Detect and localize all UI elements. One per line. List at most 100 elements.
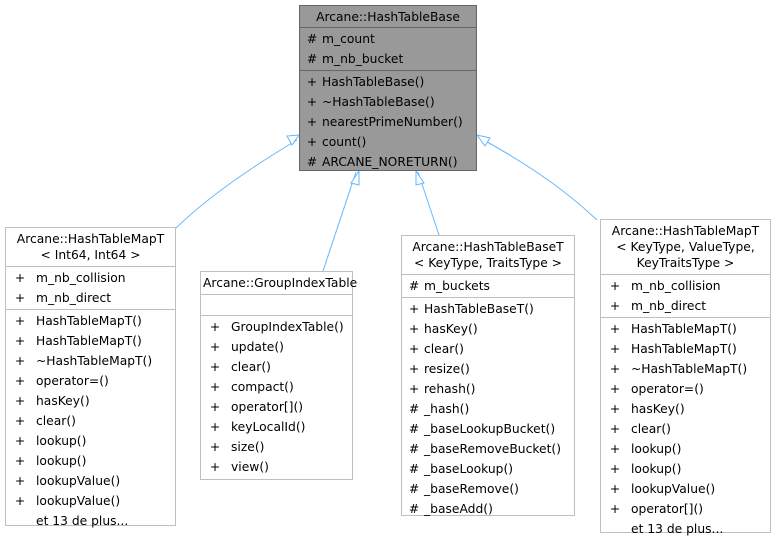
method-row[interactable]: + hasKey() bbox=[6, 391, 175, 411]
method-row[interactable]: + HashTableMapT() bbox=[601, 339, 770, 359]
method-row[interactable]: + operator[]() bbox=[201, 397, 352, 417]
fields-section: + m_nb_collision + m_nb_direct bbox=[6, 267, 175, 310]
method-row[interactable]: + ~HashTableMapT() bbox=[6, 351, 175, 371]
class-title-line: Arcane::HashTableBaseT bbox=[412, 240, 564, 254]
method-row[interactable]: + lookup() bbox=[601, 459, 770, 479]
member-name: count() bbox=[322, 135, 367, 149]
visibility-marker: # bbox=[408, 462, 420, 476]
method-row[interactable]: + view() bbox=[201, 457, 352, 477]
method-row[interactable]: + clear() bbox=[6, 411, 175, 431]
method-row[interactable]: + update() bbox=[201, 337, 352, 357]
method-row[interactable]: + lookupValue() bbox=[6, 491, 175, 511]
visibility-marker: # bbox=[306, 52, 318, 66]
visibility-marker: + bbox=[609, 362, 621, 376]
member-name: compact() bbox=[231, 380, 294, 394]
class-box-hashtablebaset[interactable]: Arcane::HashTableBaseT < KeyType, Traits… bbox=[401, 235, 575, 516]
method-row[interactable]: + operator=() bbox=[601, 379, 770, 399]
field-row[interactable]: # m_buckets bbox=[402, 276, 574, 296]
method-row[interactable]: + ~HashTableMapT() bbox=[601, 359, 770, 379]
class-title-line: Arcane::HashTableBase bbox=[316, 10, 460, 24]
member-name: nearestPrimeNumber() bbox=[322, 115, 463, 129]
method-row[interactable]: # _baseLookupBucket() bbox=[402, 419, 574, 439]
method-row[interactable]: + lookupValue() bbox=[6, 471, 175, 491]
method-row[interactable]: + lookupValue() bbox=[601, 479, 770, 499]
visibility-marker: + bbox=[14, 291, 26, 305]
member-name: _baseAdd() bbox=[424, 502, 493, 516]
more-members-link[interactable]: et 13 de plus... bbox=[601, 519, 770, 539]
class-box-hashtablebase[interactable]: Arcane::HashTableBase # m_count # m_nb_buc… bbox=[299, 5, 477, 171]
method-row[interactable]: # ARCANE_NORETURN() bbox=[300, 152, 476, 172]
member-name: operator[]() bbox=[231, 400, 304, 414]
class-title-line: < Int64, Int64 > bbox=[40, 248, 141, 262]
method-row[interactable]: + hasKey() bbox=[402, 319, 574, 339]
method-row[interactable]: + count() bbox=[300, 132, 476, 152]
method-row[interactable]: + lookup() bbox=[6, 431, 175, 451]
method-row[interactable]: + HashTableMapT() bbox=[6, 331, 175, 351]
visibility-marker: + bbox=[209, 400, 221, 414]
class-box-hashtablemapt-int64[interactable]: Arcane::HashTableMapT < Int64, Int64 > +… bbox=[5, 227, 176, 528]
method-row[interactable]: + clear() bbox=[201, 357, 352, 377]
method-row[interactable]: + compact() bbox=[201, 377, 352, 397]
method-row[interactable]: + HashTableMapT() bbox=[601, 319, 770, 339]
method-row[interactable]: + HashTableBaseT() bbox=[402, 299, 574, 319]
more-members-link[interactable]: et 13 de plus... bbox=[6, 511, 175, 531]
member-name: lookupValue() bbox=[36, 474, 121, 488]
field-row[interactable]: # m_nb_bucket bbox=[300, 49, 476, 69]
method-row[interactable]: # _baseAdd() bbox=[402, 499, 574, 519]
method-row[interactable]: + operator[]() bbox=[601, 499, 770, 519]
methods-section: + GroupIndexTable() + update() + clear() + c… bbox=[201, 316, 352, 478]
class-box-hashtablemapt-generic[interactable]: Arcane::HashTableMapT < KeyType, ValueTy… bbox=[600, 219, 771, 536]
member-name: clear() bbox=[631, 422, 671, 436]
method-row[interactable]: + hasKey() bbox=[601, 399, 770, 419]
method-row[interactable]: + nearestPrimeNumber() bbox=[300, 112, 476, 132]
method-row[interactable]: + HashTableBase() bbox=[300, 72, 476, 92]
member-name: ~HashTableMapT() bbox=[36, 354, 153, 368]
field-row[interactable]: + m_nb_direct bbox=[601, 296, 770, 316]
method-row[interactable]: + size() bbox=[201, 437, 352, 457]
visibility-marker: + bbox=[14, 474, 26, 488]
method-row[interactable]: + clear() bbox=[601, 419, 770, 439]
member-name: lookupValue() bbox=[631, 482, 716, 496]
method-row[interactable]: # _baseLookup() bbox=[402, 459, 574, 479]
method-row[interactable]: # _baseRemoveBucket() bbox=[402, 439, 574, 459]
method-row[interactable]: + lookup() bbox=[601, 439, 770, 459]
arrowhead-icon bbox=[475, 134, 491, 147]
method-row[interactable]: + resize() bbox=[402, 359, 574, 379]
member-name: clear() bbox=[231, 360, 271, 374]
field-row[interactable]: # m_count bbox=[300, 29, 476, 49]
fields-section: + m_nb_collision + m_nb_direct bbox=[601, 275, 770, 318]
class-box-groupindextable[interactable]: Arcane::GroupIndexTable + GroupIndexTable… bbox=[200, 271, 358, 480]
class-title-line: < KeyType, TraitsType > bbox=[414, 256, 562, 270]
field-row[interactable]: + m_nb_collision bbox=[6, 268, 175, 288]
member-name: m_nb_direct bbox=[631, 299, 707, 313]
visibility-marker: + bbox=[209, 460, 221, 474]
class-title: Arcane::GroupIndexTable bbox=[201, 272, 358, 295]
method-row[interactable]: # _hash() bbox=[402, 399, 574, 419]
method-row[interactable]: + HashTableMapT() bbox=[6, 311, 175, 331]
fields-section bbox=[201, 295, 352, 316]
field-row[interactable]: + m_nb_collision bbox=[601, 276, 770, 296]
member-name: _baseRemove() bbox=[424, 482, 519, 496]
method-row[interactable]: + clear() bbox=[402, 339, 574, 359]
method-row[interactable]: + keyLocalId() bbox=[201, 417, 352, 437]
method-row[interactable]: + lookup() bbox=[6, 451, 175, 471]
visibility-marker: + bbox=[306, 75, 318, 89]
visibility-marker: # bbox=[408, 482, 420, 496]
visibility-marker: + bbox=[609, 442, 621, 456]
method-row[interactable]: + GroupIndexTable() bbox=[201, 317, 352, 337]
member-name: lookup() bbox=[36, 454, 87, 468]
visibility-marker: + bbox=[609, 482, 621, 496]
class-title-line: Arcane::GroupIndexTable bbox=[203, 276, 358, 290]
method-row[interactable]: + operator=() bbox=[6, 371, 175, 391]
method-row[interactable]: + rehash() bbox=[402, 379, 574, 399]
visibility-marker: + bbox=[609, 402, 621, 416]
empty-fields bbox=[201, 296, 352, 314]
member-name: ~HashTableMapT() bbox=[631, 362, 748, 376]
member-name: ARCANE_NORETURN() bbox=[322, 155, 458, 169]
method-row[interactable]: # _baseRemove() bbox=[402, 479, 574, 499]
member-name: hasKey() bbox=[36, 394, 90, 408]
field-row[interactable]: + m_nb_direct bbox=[6, 288, 175, 308]
member-name: _baseLookupBucket() bbox=[424, 422, 556, 436]
method-row[interactable]: + ~HashTableBase() bbox=[300, 92, 476, 112]
visibility-marker: + bbox=[14, 414, 26, 428]
